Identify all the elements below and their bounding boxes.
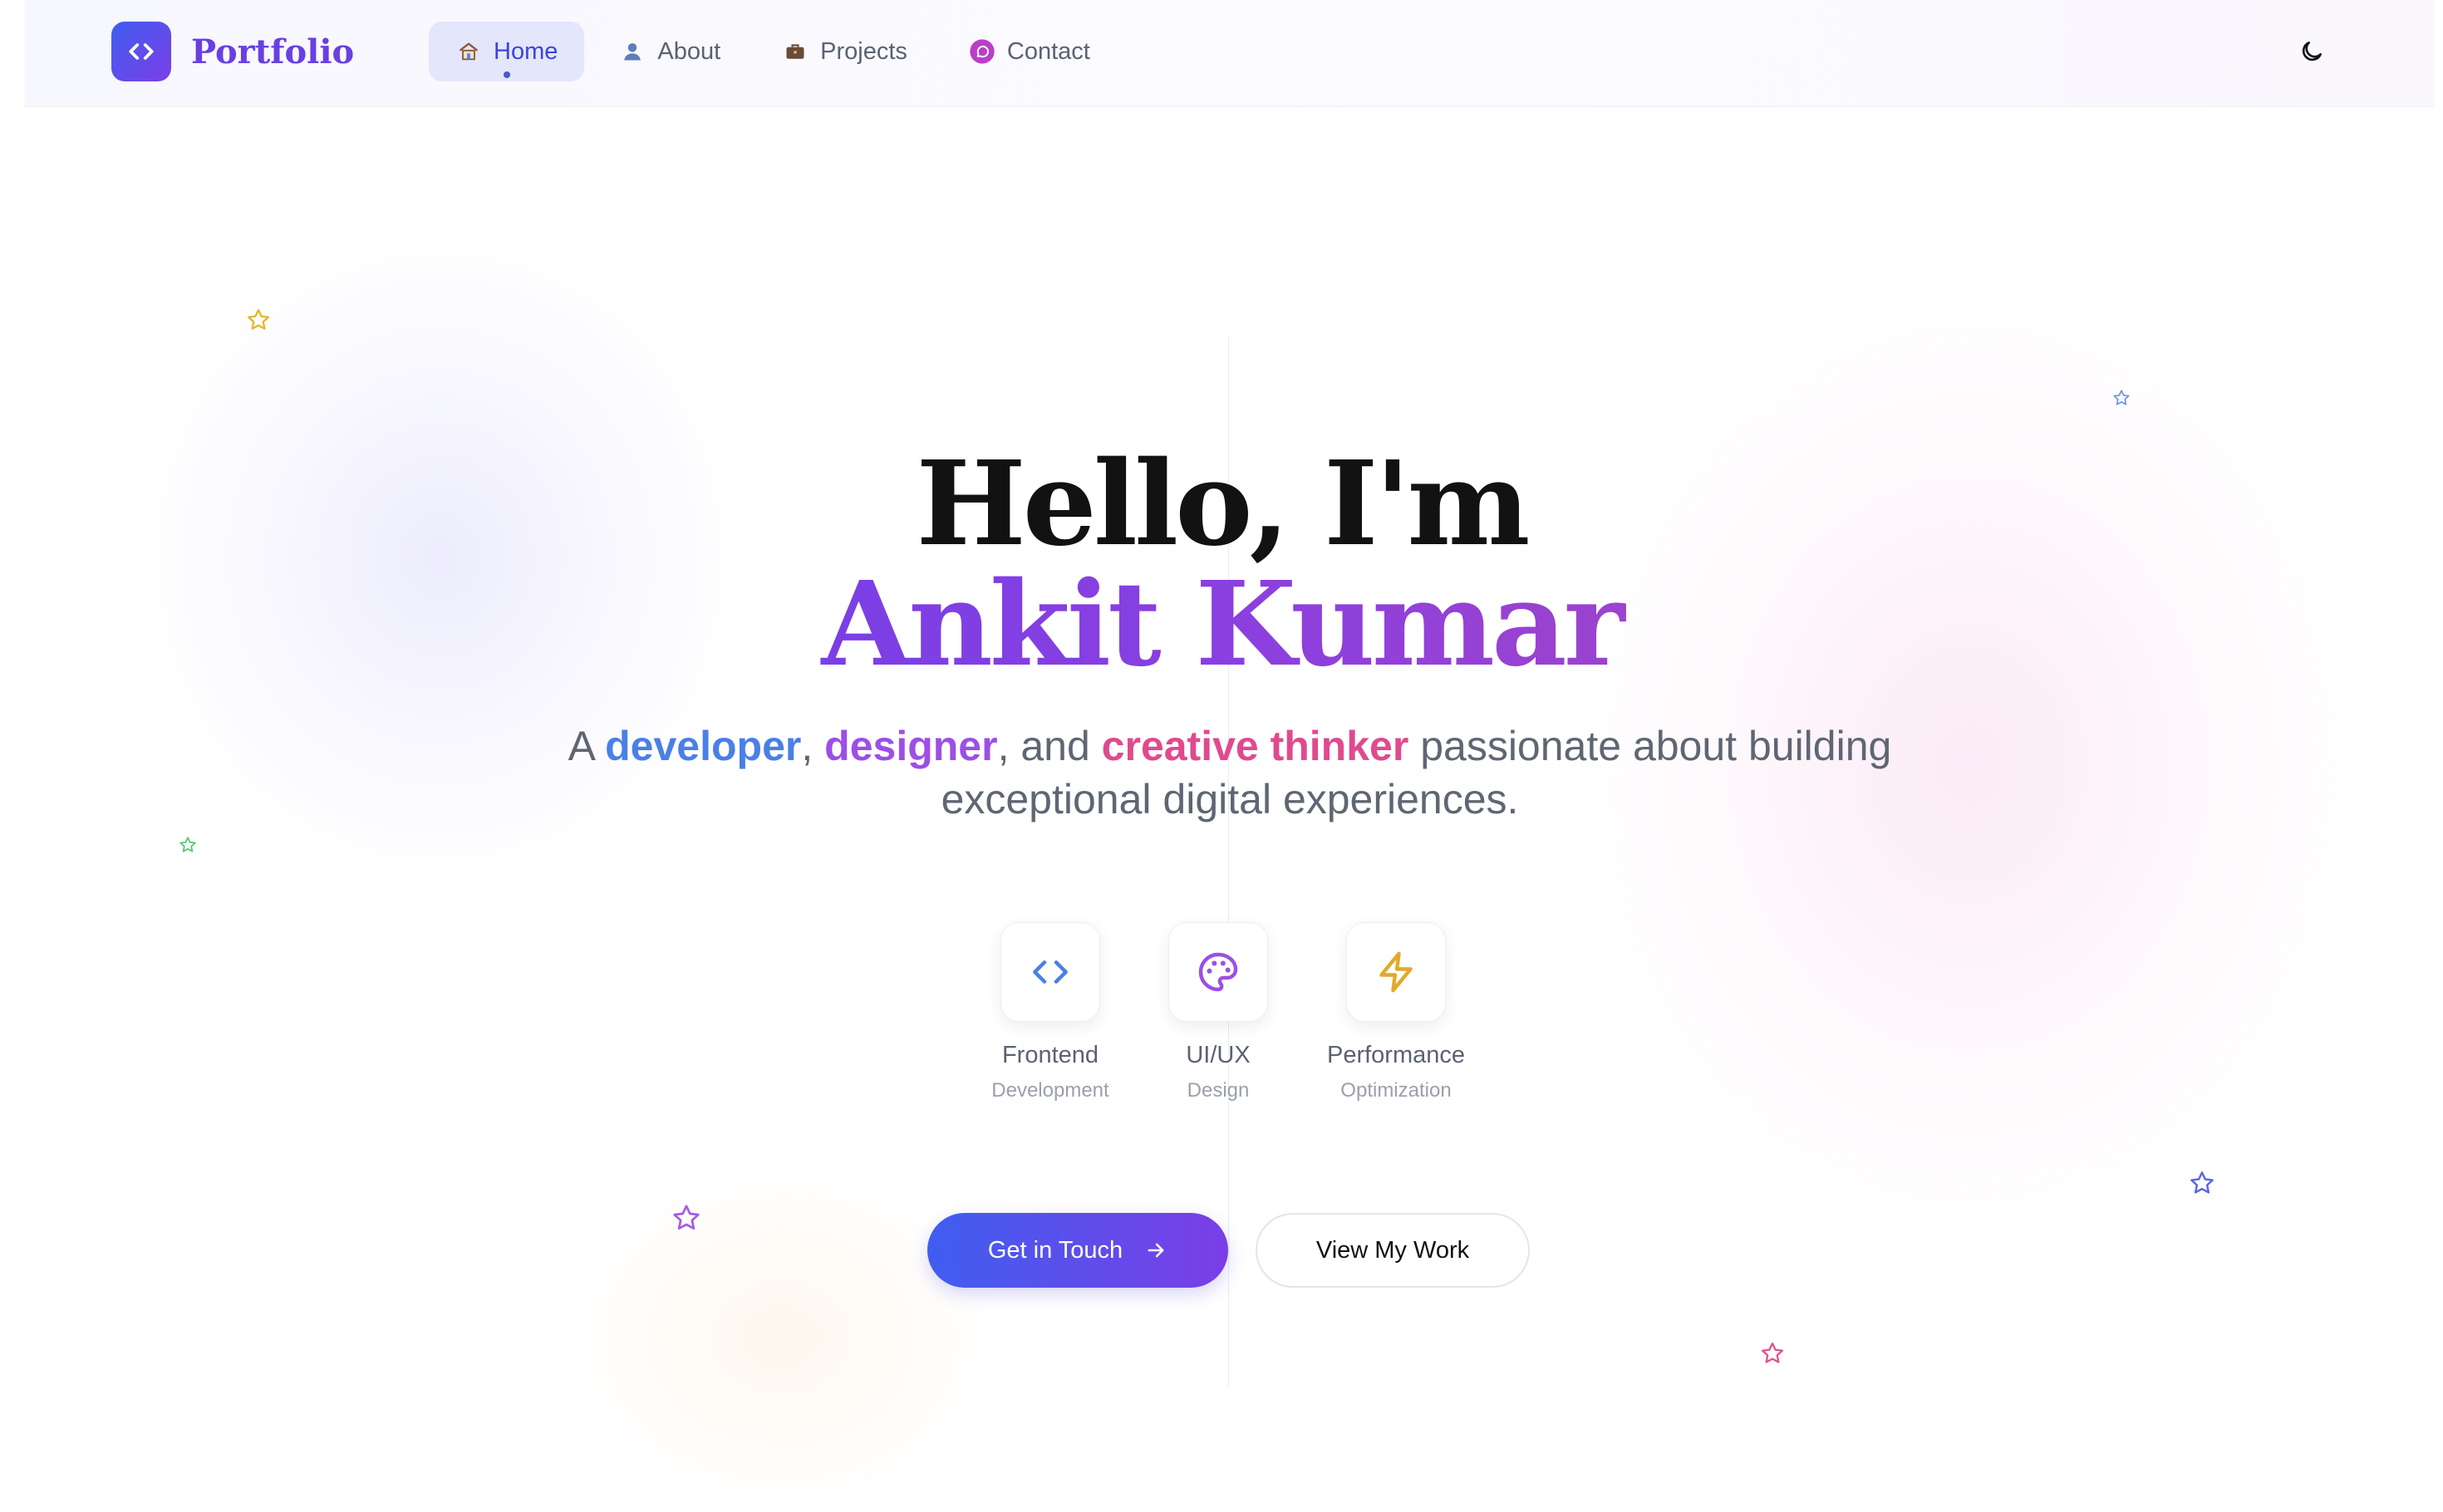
- person-emoji-icon: [619, 38, 646, 65]
- view-my-work-label: View My Work: [1315, 1236, 1470, 1264]
- hero-name-wrapper: Ankit Kumar: [0, 558, 2443, 691]
- view-my-work-button[interactable]: View My Work: [1256, 1213, 1530, 1288]
- nav-about-label: About: [657, 37, 721, 65]
- tagline-separator: ,: [801, 723, 825, 769]
- tagline-highlight-developer: developer: [605, 723, 802, 769]
- skill-icon-box: [1168, 922, 1268, 1022]
- get-in-touch-button[interactable]: Get in Touch: [927, 1213, 1228, 1288]
- skill-subtitle: Optimization: [1340, 1079, 1452, 1102]
- star-icon: [248, 309, 269, 330]
- skill-subtitle: Design: [1187, 1079, 1250, 1102]
- moon-icon: [2302, 42, 2322, 61]
- palette-icon: [1198, 952, 1238, 992]
- house-emoji-icon: [455, 38, 482, 65]
- skill-icon-box: [1000, 922, 1100, 1022]
- skill-card-uiux: UI/UX Design: [1118, 922, 1318, 1102]
- nav-about[interactable]: About: [592, 22, 747, 81]
- tagline-prefix: A: [568, 723, 606, 769]
- hero-name: Ankit Kumar: [0, 558, 2443, 691]
- tagline-separator: , and: [997, 723, 1102, 769]
- star-icon: [179, 837, 196, 852]
- arrow-right-icon: [1144, 1239, 1167, 1262]
- logo-text: Portfolio: [191, 32, 355, 71]
- nav-home[interactable]: Home: [429, 22, 585, 81]
- skill-icon-box: [1346, 922, 1446, 1022]
- star-icon: [2113, 390, 2130, 405]
- code-logo-icon: [111, 22, 171, 81]
- nav-contact[interactable]: Contact: [942, 22, 1117, 81]
- lightning-bolt-icon: [1379, 951, 1413, 993]
- briefcase-emoji-icon: [782, 38, 809, 65]
- hero-greeting: Hello, I'm: [916, 436, 1530, 572]
- nav-contact-label: Contact: [1006, 37, 1090, 65]
- main-nav: Home About Projects Contact: [429, 22, 1125, 81]
- nav-home-label: Home: [494, 37, 558, 65]
- tagline-highlight-creative-thinker: creative thinker: [1101, 723, 1409, 769]
- skill-card-performance: Performance Optimization: [1296, 922, 1496, 1102]
- nav-projects-label: Projects: [820, 37, 907, 65]
- active-indicator-dot: [503, 71, 510, 78]
- background-glow-orange: [565, 1163, 997, 1512]
- hero-tagline: A developer, designer, and creative thin…: [532, 719, 1928, 826]
- chat-bubble-icon: [969, 38, 995, 65]
- star-icon: [2190, 1171, 2214, 1194]
- theme-toggle-button[interactable]: [2293, 33, 2330, 70]
- get-in-touch-label: Get in Touch: [987, 1236, 1123, 1264]
- star-icon: [1762, 1343, 1783, 1363]
- nav-projects[interactable]: Projects: [755, 22, 934, 81]
- logo-link[interactable]: Portfolio: [111, 22, 354, 81]
- skill-title: UI/UX: [1186, 1042, 1251, 1068]
- star-icon: [673, 1205, 700, 1230]
- top-navbar: Portfolio Home About Projects Contact: [25, 0, 2435, 107]
- skill-title: Performance: [1326, 1042, 1465, 1068]
- tagline-highlight-designer: designer: [824, 723, 998, 769]
- code-brackets-icon: [1033, 960, 1068, 984]
